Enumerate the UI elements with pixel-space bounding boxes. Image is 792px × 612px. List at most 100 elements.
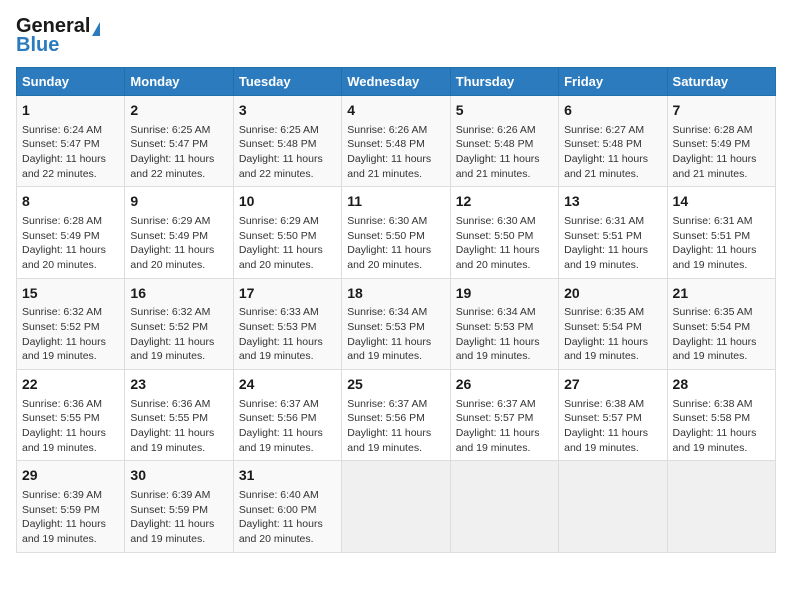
day-number: 19 bbox=[456, 284, 553, 304]
day-number: 17 bbox=[239, 284, 336, 304]
day-cell bbox=[667, 461, 775, 552]
day-cell: 17Sunrise: 6:33 AM Sunset: 5:53 PM Dayli… bbox=[233, 278, 341, 369]
day-info: Sunrise: 6:30 AM Sunset: 5:50 PM Dayligh… bbox=[456, 214, 553, 273]
day-number: 20 bbox=[564, 284, 661, 304]
day-number: 8 bbox=[22, 192, 119, 212]
day-cell: 14Sunrise: 6:31 AM Sunset: 5:51 PM Dayli… bbox=[667, 187, 775, 278]
day-info: Sunrise: 6:28 AM Sunset: 5:49 PM Dayligh… bbox=[22, 214, 119, 273]
day-info: Sunrise: 6:37 AM Sunset: 5:56 PM Dayligh… bbox=[239, 397, 336, 456]
day-number: 21 bbox=[673, 284, 770, 304]
day-info: Sunrise: 6:25 AM Sunset: 5:48 PM Dayligh… bbox=[239, 123, 336, 182]
day-cell: 3Sunrise: 6:25 AM Sunset: 5:48 PM Daylig… bbox=[233, 96, 341, 187]
day-header-thursday: Thursday bbox=[450, 68, 558, 96]
day-number: 15 bbox=[22, 284, 119, 304]
day-cell: 10Sunrise: 6:29 AM Sunset: 5:50 PM Dayli… bbox=[233, 187, 341, 278]
day-cell: 4Sunrise: 6:26 AM Sunset: 5:48 PM Daylig… bbox=[342, 96, 450, 187]
day-cell: 11Sunrise: 6:30 AM Sunset: 5:50 PM Dayli… bbox=[342, 187, 450, 278]
week-row-2: 8Sunrise: 6:28 AM Sunset: 5:49 PM Daylig… bbox=[17, 187, 776, 278]
day-number: 3 bbox=[239, 101, 336, 121]
day-info: Sunrise: 6:29 AM Sunset: 5:50 PM Dayligh… bbox=[239, 214, 336, 273]
day-number: 4 bbox=[347, 101, 444, 121]
day-number: 5 bbox=[456, 101, 553, 121]
logo-arrow-icon bbox=[92, 22, 100, 36]
day-info: Sunrise: 6:33 AM Sunset: 5:53 PM Dayligh… bbox=[239, 305, 336, 364]
day-info: Sunrise: 6:27 AM Sunset: 5:48 PM Dayligh… bbox=[564, 123, 661, 182]
day-header-sunday: Sunday bbox=[17, 68, 125, 96]
day-info: Sunrise: 6:39 AM Sunset: 5:59 PM Dayligh… bbox=[130, 488, 227, 547]
day-info: Sunrise: 6:39 AM Sunset: 5:59 PM Dayligh… bbox=[22, 488, 119, 547]
day-cell bbox=[559, 461, 667, 552]
day-cell: 27Sunrise: 6:38 AM Sunset: 5:57 PM Dayli… bbox=[559, 370, 667, 461]
day-number: 18 bbox=[347, 284, 444, 304]
day-cell: 20Sunrise: 6:35 AM Sunset: 5:54 PM Dayli… bbox=[559, 278, 667, 369]
day-number: 26 bbox=[456, 375, 553, 395]
day-number: 25 bbox=[347, 375, 444, 395]
day-cell: 22Sunrise: 6:36 AM Sunset: 5:55 PM Dayli… bbox=[17, 370, 125, 461]
day-number: 23 bbox=[130, 375, 227, 395]
day-cell: 13Sunrise: 6:31 AM Sunset: 5:51 PM Dayli… bbox=[559, 187, 667, 278]
day-number: 2 bbox=[130, 101, 227, 121]
day-cell bbox=[342, 461, 450, 552]
day-number: 9 bbox=[130, 192, 227, 212]
week-row-4: 22Sunrise: 6:36 AM Sunset: 5:55 PM Dayli… bbox=[17, 370, 776, 461]
day-cell: 24Sunrise: 6:37 AM Sunset: 5:56 PM Dayli… bbox=[233, 370, 341, 461]
day-info: Sunrise: 6:40 AM Sunset: 6:00 PM Dayligh… bbox=[239, 488, 336, 547]
day-info: Sunrise: 6:37 AM Sunset: 5:57 PM Dayligh… bbox=[456, 397, 553, 456]
day-info: Sunrise: 6:36 AM Sunset: 5:55 PM Dayligh… bbox=[130, 397, 227, 456]
day-cell: 21Sunrise: 6:35 AM Sunset: 5:54 PM Dayli… bbox=[667, 278, 775, 369]
day-info: Sunrise: 6:31 AM Sunset: 5:51 PM Dayligh… bbox=[564, 214, 661, 273]
day-info: Sunrise: 6:37 AM Sunset: 5:56 PM Dayligh… bbox=[347, 397, 444, 456]
day-header-saturday: Saturday bbox=[667, 68, 775, 96]
day-number: 6 bbox=[564, 101, 661, 121]
day-info: Sunrise: 6:31 AM Sunset: 5:51 PM Dayligh… bbox=[673, 214, 770, 273]
day-info: Sunrise: 6:32 AM Sunset: 5:52 PM Dayligh… bbox=[22, 305, 119, 364]
day-number: 22 bbox=[22, 375, 119, 395]
day-cell: 30Sunrise: 6:39 AM Sunset: 5:59 PM Dayli… bbox=[125, 461, 233, 552]
day-info: Sunrise: 6:26 AM Sunset: 5:48 PM Dayligh… bbox=[456, 123, 553, 182]
day-number: 24 bbox=[239, 375, 336, 395]
day-cell: 19Sunrise: 6:34 AM Sunset: 5:53 PM Dayli… bbox=[450, 278, 558, 369]
day-number: 13 bbox=[564, 192, 661, 212]
day-header-tuesday: Tuesday bbox=[233, 68, 341, 96]
week-row-3: 15Sunrise: 6:32 AM Sunset: 5:52 PM Dayli… bbox=[17, 278, 776, 369]
day-info: Sunrise: 6:29 AM Sunset: 5:49 PM Dayligh… bbox=[130, 214, 227, 273]
logo-blue: Blue bbox=[16, 34, 100, 57]
day-cell bbox=[450, 461, 558, 552]
day-info: Sunrise: 6:30 AM Sunset: 5:50 PM Dayligh… bbox=[347, 214, 444, 273]
day-number: 30 bbox=[130, 466, 227, 486]
day-info: Sunrise: 6:34 AM Sunset: 5:53 PM Dayligh… bbox=[347, 305, 444, 364]
day-number: 31 bbox=[239, 466, 336, 486]
day-number: 12 bbox=[456, 192, 553, 212]
day-header-monday: Monday bbox=[125, 68, 233, 96]
calendar-table: SundayMondayTuesdayWednesdayThursdayFrid… bbox=[16, 67, 776, 553]
day-info: Sunrise: 6:32 AM Sunset: 5:52 PM Dayligh… bbox=[130, 305, 227, 364]
day-info: Sunrise: 6:36 AM Sunset: 5:55 PM Dayligh… bbox=[22, 397, 119, 456]
day-cell: 28Sunrise: 6:38 AM Sunset: 5:58 PM Dayli… bbox=[667, 370, 775, 461]
day-info: Sunrise: 6:26 AM Sunset: 5:48 PM Dayligh… bbox=[347, 123, 444, 182]
day-cell: 29Sunrise: 6:39 AM Sunset: 5:59 PM Dayli… bbox=[17, 461, 125, 552]
day-cell: 8Sunrise: 6:28 AM Sunset: 5:49 PM Daylig… bbox=[17, 187, 125, 278]
day-cell: 31Sunrise: 6:40 AM Sunset: 6:00 PM Dayli… bbox=[233, 461, 341, 552]
day-info: Sunrise: 6:34 AM Sunset: 5:53 PM Dayligh… bbox=[456, 305, 553, 364]
day-cell: 12Sunrise: 6:30 AM Sunset: 5:50 PM Dayli… bbox=[450, 187, 558, 278]
day-info: Sunrise: 6:28 AM Sunset: 5:49 PM Dayligh… bbox=[673, 123, 770, 182]
day-number: 28 bbox=[673, 375, 770, 395]
day-cell: 5Sunrise: 6:26 AM Sunset: 5:48 PM Daylig… bbox=[450, 96, 558, 187]
day-number: 11 bbox=[347, 192, 444, 212]
day-cell: 16Sunrise: 6:32 AM Sunset: 5:52 PM Dayli… bbox=[125, 278, 233, 369]
day-cell: 1Sunrise: 6:24 AM Sunset: 5:47 PM Daylig… bbox=[17, 96, 125, 187]
day-number: 10 bbox=[239, 192, 336, 212]
day-cell: 2Sunrise: 6:25 AM Sunset: 5:47 PM Daylig… bbox=[125, 96, 233, 187]
logo-general: General bbox=[16, 16, 90, 36]
day-header-wednesday: Wednesday bbox=[342, 68, 450, 96]
day-cell: 18Sunrise: 6:34 AM Sunset: 5:53 PM Dayli… bbox=[342, 278, 450, 369]
day-number: 1 bbox=[22, 101, 119, 121]
day-header-friday: Friday bbox=[559, 68, 667, 96]
day-number: 16 bbox=[130, 284, 227, 304]
day-cell: 15Sunrise: 6:32 AM Sunset: 5:52 PM Dayli… bbox=[17, 278, 125, 369]
day-number: 29 bbox=[22, 466, 119, 486]
logo: General Blue bbox=[16, 16, 100, 57]
day-info: Sunrise: 6:25 AM Sunset: 5:47 PM Dayligh… bbox=[130, 123, 227, 182]
day-cell: 23Sunrise: 6:36 AM Sunset: 5:55 PM Dayli… bbox=[125, 370, 233, 461]
day-cell: 25Sunrise: 6:37 AM Sunset: 5:56 PM Dayli… bbox=[342, 370, 450, 461]
